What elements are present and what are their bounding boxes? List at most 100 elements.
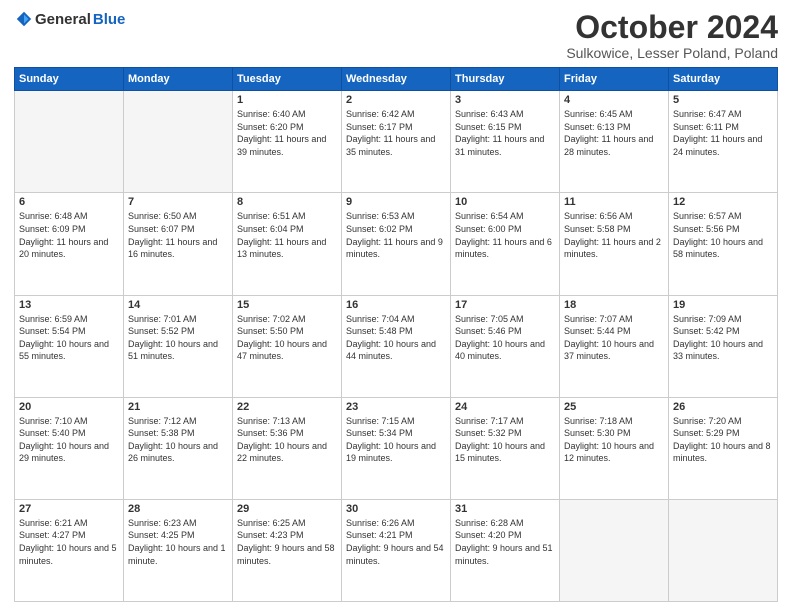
calendar-cell [124,91,233,193]
day-number: 1 [237,94,337,106]
calendar-cell: 3 Sunrise: 6:43 AM Sunset: 6:15 PM Daylig… [451,91,560,193]
calendar-cell: 11 Sunrise: 6:56 AM Sunset: 5:58 PM Dayli… [560,193,669,295]
calendar-cell: 8Sunrise: 6:51 AM Sunset: 6:04 PM Daylig… [233,193,342,295]
calendar-cell: 20 Sunrise: 7:10 AM Sunset: 5:40 PM Dayli… [15,397,124,499]
day-number: 21 [128,401,228,413]
cell-details: Sunrise: 6:43 AM Sunset: 6:15 PM Dayligh… [455,108,555,158]
cell-details: Sunrise: 6:53 AM Sunset: 6:02 PM Dayligh… [346,210,446,260]
cell-details: Sunrise: 7:17 AM Sunset: 5:32 PM Dayligh… [455,415,555,465]
day-number: 4 [564,94,664,106]
cell-details: Sunrise: 7:01 AM Sunset: 5:52 PM Dayligh… [128,313,228,363]
calendar-cell: 18 Sunrise: 7:07 AM Sunset: 5:44 PM Dayli… [560,295,669,397]
cell-details: Sunrise: 6:47 AM Sunset: 6:11 PM Dayligh… [673,108,773,158]
calendar-cell: 23 Sunrise: 7:15 AM Sunset: 5:34 PM Dayli… [342,397,451,499]
col-header-thursday: Thursday [451,68,560,91]
week-row-0: 1 Sunrise: 6:40 AM Sunset: 6:20 PM Daylig… [15,91,778,193]
day-number: 10 [455,196,555,208]
location-title: Sulkowice, Lesser Poland, Poland [566,45,778,61]
day-number: 20 [19,401,119,413]
day-number: 11 [564,196,664,208]
calendar-cell [15,91,124,193]
day-number: 18 [564,299,664,311]
day-number: 9 [346,196,446,208]
cell-details: Sunrise: 6:51 AM Sunset: 6:04 PM Dayligh… [237,210,337,260]
cell-details: Sunrise: 7:04 AM Sunset: 5:48 PM Dayligh… [346,313,446,363]
calendar-cell: 7 Sunrise: 6:50 AM Sunset: 6:07 PM Daylig… [124,193,233,295]
calendar-cell [560,499,669,601]
cell-details: Sunrise: 6:59 AM Sunset: 5:54 PM Dayligh… [19,313,119,363]
calendar-cell: 24Sunrise: 7:17 AM Sunset: 5:32 PM Dayli… [451,397,560,499]
day-number: 17 [455,299,555,311]
calendar-cell: 6 Sunrise: 6:48 AM Sunset: 6:09 PM Daylig… [15,193,124,295]
calendar-cell: 12Sunrise: 6:57 AM Sunset: 5:56 PM Dayli… [669,193,778,295]
cell-details: Sunrise: 6:21 AM Sunset: 4:27 PM Dayligh… [19,517,119,567]
calendar-cell: 17 Sunrise: 7:05 AM Sunset: 5:46 PM Dayli… [451,295,560,397]
cell-details: Sunrise: 7:20 AM Sunset: 5:29 PM Dayligh… [673,415,773,465]
logo: General Blue [14,10,125,28]
month-title: October 2024 [566,10,778,45]
day-number: 2 [346,94,446,106]
day-number: 30 [346,503,446,515]
day-number: 3 [455,94,555,106]
logo-general: General [35,11,91,28]
day-number: 15 [237,299,337,311]
calendar-cell: 22Sunrise: 7:13 AM Sunset: 5:36 PM Dayli… [233,397,342,499]
col-header-monday: Monday [124,68,233,91]
day-number: 16 [346,299,446,311]
calendar-cell: 2 Sunrise: 6:42 AM Sunset: 6:17 PM Daylig… [342,91,451,193]
day-number: 14 [128,299,228,311]
day-number: 12 [673,196,773,208]
day-number: 22 [237,401,337,413]
cell-details: Sunrise: 7:10 AM Sunset: 5:40 PM Dayligh… [19,415,119,465]
calendar-cell: 26 Sunrise: 7:20 AM Sunset: 5:29 PM Dayli… [669,397,778,499]
col-header-sunday: Sunday [15,68,124,91]
header-row: SundayMondayTuesdayWednesdayThursdayFrid… [15,68,778,91]
cell-details: Sunrise: 7:07 AM Sunset: 5:44 PM Dayligh… [564,313,664,363]
col-header-friday: Friday [560,68,669,91]
col-header-saturday: Saturday [669,68,778,91]
day-number: 27 [19,503,119,515]
day-number: 7 [128,196,228,208]
calendar-cell: 29Sunrise: 6:25 AM Sunset: 4:23 PM Dayli… [233,499,342,601]
calendar-cell: 15 Sunrise: 7:02 AM Sunset: 5:50 PM Dayli… [233,295,342,397]
calendar-cell: 10Sunrise: 6:54 AM Sunset: 6:00 PM Dayli… [451,193,560,295]
calendar-cell: 28Sunrise: 6:23 AM Sunset: 4:25 PM Dayli… [124,499,233,601]
day-number: 26 [673,401,773,413]
day-number: 25 [564,401,664,413]
calendar-cell [669,499,778,601]
week-row-4: 27 Sunrise: 6:21 AM Sunset: 4:27 PM Dayli… [15,499,778,601]
calendar-cell: 19Sunrise: 7:09 AM Sunset: 5:42 PM Dayli… [669,295,778,397]
cell-details: Sunrise: 6:40 AM Sunset: 6:20 PM Dayligh… [237,108,337,158]
cell-details: Sunrise: 6:48 AM Sunset: 6:09 PM Dayligh… [19,210,119,260]
day-number: 6 [19,196,119,208]
calendar-cell: 31Sunrise: 6:28 AM Sunset: 4:20 PM Dayli… [451,499,560,601]
calendar-cell: 27 Sunrise: 6:21 AM Sunset: 4:27 PM Dayli… [15,499,124,601]
day-number: 23 [346,401,446,413]
cell-details: Sunrise: 6:56 AM Sunset: 5:58 PM Dayligh… [564,210,664,260]
day-number: 5 [673,94,773,106]
calendar: SundayMondayTuesdayWednesdayThursdayFrid… [14,67,778,602]
cell-details: Sunrise: 7:05 AM Sunset: 5:46 PM Dayligh… [455,313,555,363]
cell-details: Sunrise: 7:09 AM Sunset: 5:42 PM Dayligh… [673,313,773,363]
cell-details: Sunrise: 7:18 AM Sunset: 5:30 PM Dayligh… [564,415,664,465]
calendar-cell: 21 Sunrise: 7:12 AM Sunset: 5:38 PM Dayli… [124,397,233,499]
calendar-cell: 4 Sunrise: 6:45 AM Sunset: 6:13 PM Daylig… [560,91,669,193]
week-row-1: 6 Sunrise: 6:48 AM Sunset: 6:09 PM Daylig… [15,193,778,295]
cell-details: Sunrise: 7:02 AM Sunset: 5:50 PM Dayligh… [237,313,337,363]
cell-details: Sunrise: 6:23 AM Sunset: 4:25 PM Dayligh… [128,517,228,567]
cell-details: Sunrise: 6:28 AM Sunset: 4:20 PM Dayligh… [455,517,555,567]
cell-details: Sunrise: 6:26 AM Sunset: 4:21 PM Dayligh… [346,517,446,567]
cell-details: Sunrise: 7:12 AM Sunset: 5:38 PM Dayligh… [128,415,228,465]
cell-details: Sunrise: 6:45 AM Sunset: 6:13 PM Dayligh… [564,108,664,158]
logo-icon [15,10,33,28]
page: General Blue October 2024 Sulkowice, Les… [0,0,792,612]
cell-details: Sunrise: 6:50 AM Sunset: 6:07 PM Dayligh… [128,210,228,260]
calendar-cell: 1 Sunrise: 6:40 AM Sunset: 6:20 PM Daylig… [233,91,342,193]
calendar-cell: 14 Sunrise: 7:01 AM Sunset: 5:52 PM Dayli… [124,295,233,397]
cell-details: Sunrise: 7:15 AM Sunset: 5:34 PM Dayligh… [346,415,446,465]
cell-details: Sunrise: 6:42 AM Sunset: 6:17 PM Dayligh… [346,108,446,158]
calendar-cell: 13Sunrise: 6:59 AM Sunset: 5:54 PM Dayli… [15,295,124,397]
col-header-wednesday: Wednesday [342,68,451,91]
calendar-cell: 9 Sunrise: 6:53 AM Sunset: 6:02 PM Daylig… [342,193,451,295]
header: General Blue October 2024 Sulkowice, Les… [14,10,778,61]
